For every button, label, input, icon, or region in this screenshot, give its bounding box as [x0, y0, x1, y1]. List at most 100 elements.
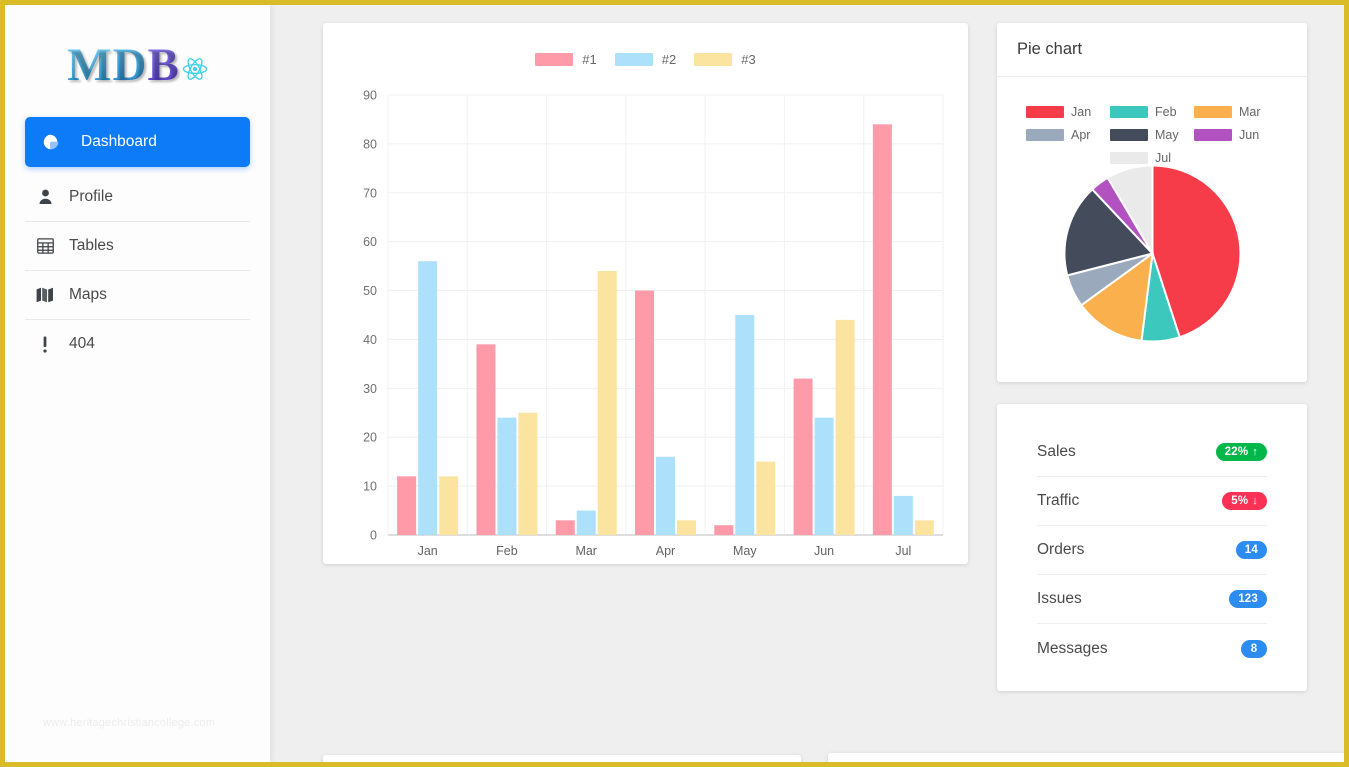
bar[interactable] — [476, 344, 496, 535]
bar[interactable] — [656, 456, 675, 535]
legend-label: Jun — [1239, 128, 1260, 142]
bar-chart-plot[interactable]: 0 10 20 30 40 50 60 70 80 90 Jan Feb Mar Apr May Jun Jul — [323, 23, 968, 564]
logo-letter-b: B — [147, 38, 180, 91]
bar[interactable] — [835, 319, 855, 535]
status-badge: 14 — [1235, 541, 1267, 559]
app-frame: M D B Dashboard Profile Tables Maps 404 … — [0, 0, 1349, 767]
stat-label: Traffic — [1037, 492, 1080, 509]
sidebar-item-dashboard[interactable]: Dashboard — [25, 117, 250, 167]
bar[interactable] — [714, 525, 734, 535]
bar[interactable] — [439, 476, 459, 535]
stat-label: Orders — [1037, 541, 1085, 558]
bar[interactable] — [597, 271, 617, 535]
bar-chart-card: #1 #2 #3 0 10 20 30 40 50 60 70 80 90 Jan Feb Mar Apr Ma… — [323, 23, 968, 564]
sidebar-item-label: Dashboard — [81, 133, 157, 150]
stat-row[interactable]: Traffic 5% ↓ — [1037, 477, 1267, 526]
main-content: #1 #2 #3 0 10 20 30 40 50 60 70 80 90 Jan Feb Mar Apr Ma… — [270, 5, 1344, 762]
bar[interactable] — [893, 495, 913, 535]
y-axis-tick-label: 70 — [363, 186, 377, 200]
bar[interactable] — [555, 520, 575, 535]
bar[interactable] — [914, 520, 934, 535]
exclamation-icon — [25, 336, 65, 353]
bar[interactable] — [735, 315, 755, 535]
legend-label: May — [1155, 128, 1179, 142]
bar[interactable] — [872, 124, 892, 535]
y-axis-tick-label: 30 — [363, 382, 377, 396]
sidebar-item-label: Maps — [69, 286, 107, 303]
bar[interactable] — [793, 378, 813, 535]
bar[interactable] — [814, 417, 834, 535]
y-axis-tick-label: 50 — [363, 284, 377, 298]
app-logo[interactable]: M D B — [5, 5, 270, 117]
sidebar-item-profile[interactable]: Profile — [25, 173, 250, 221]
stats-card: Sales 22% ↑ Traffic 5% ↓ Orders 14 Issues 123 Mess… — [997, 404, 1307, 691]
bar[interactable] — [418, 261, 438, 535]
bar[interactable] — [635, 290, 654, 535]
badge-value: 14 — [1244, 544, 1258, 556]
sidebar: M D B Dashboard Profile Tables Maps 404 … — [5, 5, 270, 762]
legend-swatch — [1194, 106, 1232, 118]
legend-swatch — [1026, 106, 1064, 118]
bottom-card-right — [828, 753, 1344, 762]
arrow-down-icon: ↓ — [1252, 495, 1258, 507]
y-axis-tick-label: 80 — [363, 137, 377, 151]
pie-chart-title: Pie chart — [997, 23, 1307, 77]
bar[interactable] — [497, 417, 517, 535]
sidebar-item-label: Tables — [69, 237, 114, 254]
legend-label: Mar — [1239, 105, 1261, 119]
badge-value: 5% — [1231, 495, 1249, 507]
bar[interactable] — [677, 520, 696, 535]
legend-swatch — [1026, 129, 1064, 141]
x-axis-tick-label: Apr — [656, 544, 675, 558]
sidebar-item-maps[interactable]: Maps — [25, 271, 250, 319]
y-axis-tick-label: 60 — [363, 235, 377, 249]
stat-row[interactable]: Messages 8 — [1037, 624, 1267, 673]
table-grid-icon — [25, 238, 65, 254]
sidebar-nav: Dashboard Profile Tables Maps 404 — [5, 117, 270, 368]
stat-row[interactable]: Issues 123 — [1037, 575, 1267, 624]
pie-chart-icon — [31, 133, 71, 151]
sidebar-item-404[interactable]: 404 — [25, 320, 250, 368]
bar[interactable] — [397, 476, 417, 535]
pie-legend-item[interactable]: Feb — [1110, 105, 1194, 119]
pie-svg — [1063, 164, 1241, 343]
y-axis-tick-label: 90 — [363, 89, 377, 103]
pie-legend-item[interactable]: May — [1110, 128, 1194, 142]
react-atom-icon — [182, 57, 208, 86]
user-icon — [25, 189, 65, 205]
status-badge: 5% ↓ — [1222, 492, 1267, 510]
status-badge: 22% ↑ — [1215, 443, 1267, 461]
legend-swatch — [1194, 129, 1232, 141]
stat-row[interactable]: Orders 14 — [1037, 526, 1267, 575]
x-axis-tick-label: Jul — [895, 544, 911, 558]
pie-chart-card: Pie chart Jan Feb Mar Apr May Jun Jul — [997, 23, 1307, 382]
x-axis-tick-label: Jun — [814, 544, 834, 558]
x-axis-tick-label: Jan — [418, 544, 438, 558]
x-axis-tick-label: May — [733, 544, 757, 558]
legend-swatch — [1110, 106, 1148, 118]
sidebar-item-tables[interactable]: Tables — [25, 222, 250, 270]
pie-legend-item[interactable]: Apr — [1026, 128, 1110, 142]
bar[interactable] — [518, 412, 538, 535]
arrow-up-icon: ↑ — [1252, 446, 1258, 458]
pie-chart-plot[interactable] — [997, 161, 1307, 346]
sidebar-item-label: Profile — [69, 188, 113, 205]
pie-legend-item[interactable]: Mar — [1194, 105, 1278, 119]
stat-row[interactable]: Sales 22% ↑ — [1037, 428, 1267, 477]
map-icon — [25, 287, 65, 303]
bottom-card-left — [323, 755, 801, 762]
y-axis-tick-label: 20 — [363, 431, 377, 445]
badge-value: 8 — [1250, 642, 1258, 655]
sidebar-item-label: 404 — [69, 335, 95, 352]
y-axis-tick-label: 10 — [363, 480, 377, 494]
bar[interactable] — [576, 510, 596, 535]
legend-label: Apr — [1071, 128, 1091, 142]
x-axis-tick-label: Mar — [575, 544, 597, 558]
legend-swatch — [1110, 129, 1148, 141]
y-axis-tick-label: 0 — [370, 529, 377, 543]
bar[interactable] — [756, 461, 776, 535]
pie-legend-item[interactable]: Jun — [1194, 128, 1278, 142]
pie-legend-item[interactable]: Jan — [1026, 105, 1110, 119]
x-axis-tick-label: Feb — [496, 544, 518, 558]
legend-label: Feb — [1155, 105, 1177, 119]
